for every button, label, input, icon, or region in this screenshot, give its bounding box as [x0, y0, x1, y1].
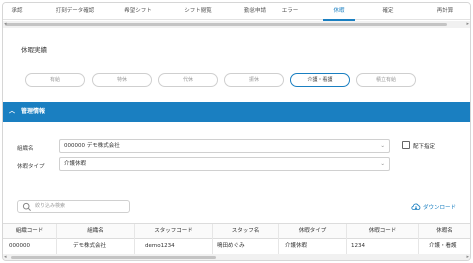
chevron-up-icon: ︿	[9, 108, 16, 115]
scrollbar-thumb[interactable]	[5, 23, 447, 26]
include-subordinates-checkbox[interactable]	[402, 141, 410, 149]
filter-compensatory-leave[interactable]: 代休	[158, 73, 218, 87]
cloud-download-icon	[411, 203, 421, 210]
search-input[interactable]: 絞り込み検索	[17, 200, 130, 213]
tab-confirm[interactable]: 確定	[373, 3, 403, 20]
download-label: ダウンロード	[423, 205, 457, 211]
tab-error[interactable]: エラー	[275, 3, 305, 20]
chevron-down-icon: ⌄	[380, 161, 385, 167]
cell-leave-name: 介護・看護	[429, 243, 457, 249]
scroll-left-arrow-icon[interactable]: ◂	[4, 254, 7, 260]
organization-label: 組織名	[17, 146, 34, 152]
column-header-leave-code[interactable]: 休暇コード	[347, 224, 419, 239]
scroll-right-arrow-icon[interactable]: ▸	[466, 21, 469, 28]
filter-paid-leave[interactable]: 有給	[25, 73, 85, 87]
cell-org-code: 000000	[3, 239, 57, 254]
leave-type-value: 介護休暇	[64, 161, 87, 167]
tab-shift-view[interactable]: シフト閲覧	[173, 3, 223, 20]
column-header-org-code[interactable]: 組織コード	[3, 224, 57, 239]
chevron-down-icon: ⌄	[380, 143, 385, 149]
filter-accumulated-paid-leave[interactable]: 積立有給	[356, 73, 416, 87]
page-title: 休暇実績	[21, 46, 47, 54]
tab-recalculate[interactable]: 再計算	[421, 3, 469, 20]
app-window: 承認 打刻データ確認 希望シフト シフト閲覧 勤怠申請 エラー 休暇 確定 再計…	[2, 2, 471, 261]
search-placeholder: 絞り込み検索	[35, 203, 66, 209]
scroll-right-arrow-icon[interactable]: ▸	[466, 254, 469, 260]
column-header-leave-type[interactable]: 休暇タイプ	[279, 224, 347, 239]
top-tab-bar: 承認 打刻データ確認 希望シフト シフト閲覧 勤怠申請 エラー 休暇 確定 再計…	[3, 3, 470, 21]
column-header-staff-name[interactable]: スタッフ名	[213, 224, 279, 239]
tab-attendance-request[interactable]: 勤怠申請	[231, 3, 279, 20]
filter-nursing-care-leave[interactable]: 介護・看護	[290, 73, 350, 87]
leave-type-label: 休暇タイプ	[17, 164, 45, 170]
column-header-org-name[interactable]: 組織名	[57, 224, 135, 239]
cell-staff-code: demo1234	[135, 239, 213, 254]
column-header-leave-name[interactable]: 休暇名	[419, 224, 470, 239]
filter-special-leave[interactable]: 特休	[92, 73, 152, 87]
tab-approval[interactable]: 承認	[3, 3, 31, 20]
leave-type-select[interactable]: 介護休暇 ⌄	[59, 157, 390, 171]
cell-leave-type: 介護休暇	[279, 239, 347, 254]
table-row[interactable]: 000000 デモ株式会社 demo1234 鳴田めぐみ 介護休暇 1234 介…	[3, 239, 470, 255]
organization-value: 000000 デモ株式会社	[64, 143, 120, 149]
tab-punch-data-check[interactable]: 打刻データ確認	[43, 3, 107, 20]
management-info-header[interactable]: ︿ 管理情報	[3, 102, 470, 122]
scrollbar-thumb[interactable]	[11, 256, 216, 259]
include-subordinates-label: 配下指定	[413, 144, 436, 150]
cell-org-name: デモ株式会社	[57, 239, 135, 254]
cell-staff-name: 鳴田めぐみ	[213, 239, 279, 254]
cell-leave-code: 1234	[347, 239, 419, 254]
tab-leave[interactable]: 休暇	[321, 3, 357, 21]
tab-desired-shift[interactable]: 希望シフト	[113, 3, 163, 20]
column-header-staff-code[interactable]: スタッフコード	[135, 224, 213, 239]
table-header: 組織コード 組織名 スタッフコード スタッフ名 休暇タイプ 休暇コード 休暇名	[3, 223, 470, 239]
scroll-left-arrow-icon[interactable]: ◂	[4, 21, 7, 28]
top-horizontal-scrollbar[interactable]: ◂ ▸	[3, 21, 470, 28]
section-title: 管理情報	[21, 108, 46, 115]
search-icon	[22, 202, 31, 211]
filter-substitute-leave[interactable]: 振休	[224, 73, 284, 87]
organization-select[interactable]: 000000 デモ株式会社 ⌄	[59, 139, 390, 153]
bottom-horizontal-scrollbar[interactable]: ◂ ▸	[3, 254, 470, 260]
